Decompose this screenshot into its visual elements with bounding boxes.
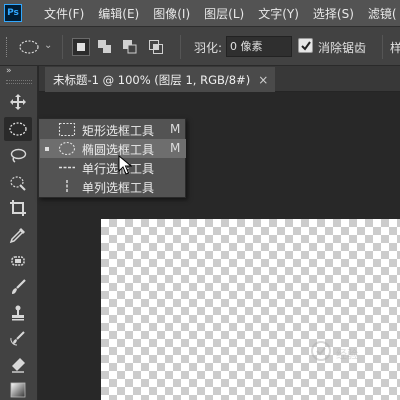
- collapse-panel-button[interactable]: »: [6, 66, 11, 76]
- gradient-icon: [10, 382, 26, 398]
- crop-tool[interactable]: [4, 196, 32, 220]
- elliptical-marquee-icon: [9, 122, 27, 136]
- lasso-tool[interactable]: [4, 144, 32, 168]
- healing-brush-tool[interactable]: [4, 249, 32, 273]
- style-label: 样: [390, 41, 400, 55]
- intersect-selection-button[interactable]: [147, 38, 165, 56]
- watermark-logo-icon: [311, 341, 331, 361]
- new-selection-icon: [77, 43, 85, 51]
- rect-marquee-icon: [58, 122, 76, 137]
- single-row-marquee-icon: [58, 160, 76, 175]
- flyout-item-single-row-marquee[interactable]: 单行选框工具: [40, 158, 186, 177]
- menu-select[interactable]: 选择(S): [313, 5, 354, 22]
- elliptical-marquee-tool[interactable]: [4, 117, 32, 141]
- move-tool[interactable]: [4, 90, 32, 114]
- quick-selection-tool[interactable]: [4, 170, 32, 194]
- chevron-down-icon[interactable]: ⌄: [44, 40, 52, 51]
- flyout-item-shortcut: M: [170, 122, 181, 136]
- eyedropper-icon: [9, 228, 25, 244]
- move-icon: [10, 94, 26, 110]
- menu-layer[interactable]: 图层(L): [204, 5, 244, 22]
- antialias-checkbox[interactable]: [298, 38, 313, 53]
- brush-tool[interactable]: [4, 275, 32, 299]
- transparent-canvas[interactable]: [101, 219, 400, 400]
- eraser-icon: [12, 358, 25, 373]
- healing-brush-icon: [11, 256, 25, 266]
- marquee-tool-flyout: 矩形选框工具 M 椭圆选框工具 M 单行选框工具 单列选框工具: [38, 118, 186, 198]
- divider: [382, 35, 383, 59]
- options-bar: ⌄ 羽化: 0 像素 消除锯齿 样: [0, 26, 400, 66]
- options-grip[interactable]: [6, 37, 9, 57]
- history-brush-tool[interactable]: [4, 327, 32, 351]
- subtract-selection-icon: [123, 40, 137, 54]
- add-selection-button[interactable]: [96, 38, 114, 56]
- document-tab-bar: 未标题-1 @ 100% (图层 1, RGB/8#) ×: [39, 66, 400, 92]
- menu-edit[interactable]: 编辑(E): [98, 5, 139, 22]
- document-title: 未标题-1 @ 100% (图层 1, RGB/8#): [53, 72, 251, 87]
- menu-file[interactable]: 文件(F): [44, 5, 84, 22]
- subtract-selection-button[interactable]: [121, 38, 139, 56]
- close-icon[interactable]: ×: [258, 73, 268, 87]
- mouse-pointer-icon: [118, 154, 133, 178]
- divider: [180, 35, 181, 59]
- eyedropper-tool[interactable]: [4, 223, 32, 247]
- flyout-item-label: 矩形选框工具: [82, 124, 155, 138]
- watermark-text: 经验: [336, 348, 358, 361]
- checkmark-icon: [301, 41, 311, 51]
- flyout-item-label: 单列选框工具: [82, 181, 155, 195]
- menu-filter[interactable]: 滤镜(: [368, 5, 397, 22]
- lasso-icon: [10, 148, 27, 163]
- clone-stamp-icon: [12, 305, 24, 321]
- add-selection-icon: [98, 40, 111, 53]
- ellipse-marquee-icon: [58, 141, 76, 156]
- tool-preset-picker[interactable]: [18, 39, 40, 55]
- new-selection-button[interactable]: [72, 38, 90, 56]
- flyout-item-shortcut: M: [170, 141, 181, 155]
- feather-label: 羽化:: [194, 41, 223, 55]
- selected-bullet-icon: [45, 147, 49, 151]
- photoshop-logo[interactable]: Ps: [4, 4, 22, 22]
- panel-grip[interactable]: [6, 80, 32, 84]
- intersect-selection-icon: [149, 40, 163, 54]
- ellipse-marquee-icon: [19, 40, 39, 54]
- flyout-item-single-column-marquee[interactable]: 单列选框工具: [40, 177, 186, 196]
- single-column-marquee-icon: [58, 179, 76, 194]
- clone-stamp-tool[interactable]: [4, 301, 32, 325]
- antialias-label: 消除锯齿: [318, 41, 367, 55]
- watermark: 经验: [310, 340, 394, 368]
- menu-bar: Ps 文件(F) 编辑(E) 图像(I) 图层(L) 文字(Y) 选择(S) 滤…: [0, 0, 400, 26]
- menu-type[interactable]: 文字(Y): [258, 5, 299, 22]
- document-tab[interactable]: 未标题-1 @ 100% (图层 1, RGB/8#) ×: [45, 67, 275, 92]
- eraser-tool[interactable]: [4, 353, 32, 377]
- gradient-tool[interactable]: [4, 378, 32, 400]
- divider: [62, 35, 63, 59]
- history-brush-icon: [10, 331, 25, 346]
- brush-icon: [12, 279, 26, 294]
- tools-panel: »: [0, 66, 38, 400]
- quick-selection-icon: [10, 176, 26, 191]
- feather-input[interactable]: 0 像素: [226, 36, 292, 57]
- crop-icon: [10, 200, 26, 216]
- menu-image[interactable]: 图像(I): [153, 5, 190, 22]
- flyout-item-elliptical-marquee[interactable]: 椭圆选框工具 M: [40, 139, 186, 158]
- flyout-item-rectangular-marquee[interactable]: 矩形选框工具 M: [40, 120, 186, 139]
